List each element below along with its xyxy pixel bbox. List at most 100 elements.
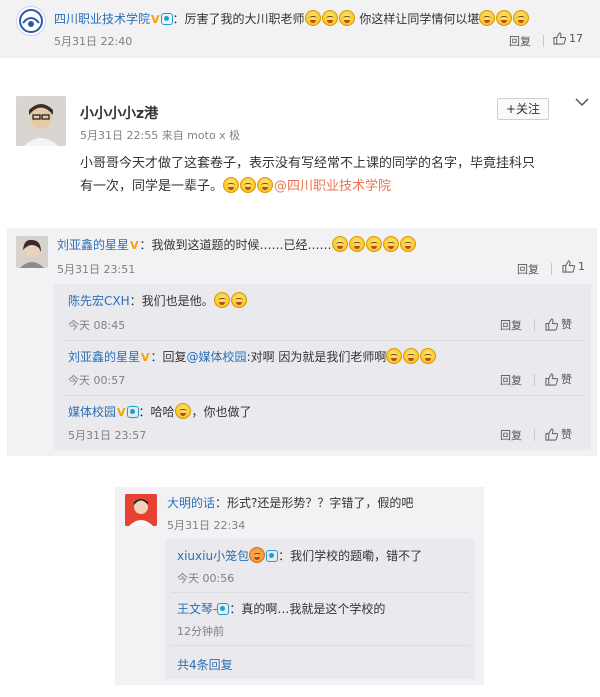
mention-link[interactable]: @四川职业技术学院 <box>274 179 391 194</box>
commenter-name[interactable]: 四川职业技术学院 <box>54 12 150 26</box>
reply-time: 12分钟前 <box>177 625 224 638</box>
reply-text: ：真的啊…我就是这个学校的 <box>229 602 386 616</box>
reply-line: 陈先宏CXH：我们也是他。 <box>68 292 248 309</box>
post-author-name[interactable]: 小小小小z港 <box>80 103 158 123</box>
grin-emoji-icon <box>213 292 230 308</box>
reply-button[interactable]: 回复 <box>500 427 522 443</box>
laugh-cry-emoji-icon <box>382 236 399 252</box>
reply-list: 陈先宏CXH：我们也是他。 今天 08:45 回复 赞 刘亚鑫的星星V：回复@媒… <box>54 284 591 450</box>
follow-label: +关注 <box>505 102 541 116</box>
post-avatar[interactable] <box>16 96 66 146</box>
thumbs-up-icon <box>545 427 558 441</box>
avatar[interactable] <box>16 236 48 268</box>
laugh-cry-emoji-icon <box>348 236 365 252</box>
vip-badge-icon <box>126 406 139 418</box>
divider <box>534 374 535 386</box>
reply-list: xiuxiu小笼包 ：我们学校的题嘞，错不了 今天 00:56 王文琴- ：真的啊…… <box>165 539 475 679</box>
laugh-cry-emoji-icon <box>386 348 403 364</box>
grin-emoji-icon <box>479 10 496 26</box>
more-chevron-down-icon[interactable] <box>575 96 589 110</box>
divider <box>171 645 469 646</box>
reply-line: 刘亚鑫的星星V：回复@媒体校园:对啊 因为就是我们老师啊 <box>68 348 437 365</box>
like-label: 赞 <box>561 373 572 386</box>
reply-label: 回复 <box>500 319 522 332</box>
grin-emoji-icon <box>513 10 530 26</box>
divider <box>551 263 552 275</box>
vip-badge-icon <box>160 13 173 25</box>
thumbs-up-icon <box>562 260 575 273</box>
divider <box>534 429 535 441</box>
like-label: 赞 <box>561 428 572 441</box>
reply-text-2: ，你也做了 <box>191 405 252 419</box>
reply-button[interactable]: 回复 <box>500 317 522 333</box>
vip-badge-icon <box>217 603 230 615</box>
post-meta: 5月31日 22:55 来自 moto x 极 <box>80 129 241 142</box>
grin-emoji-icon <box>223 177 240 193</box>
replier-name[interactable]: 王文琴- <box>177 602 217 616</box>
verified-v-icon: V <box>130 239 139 252</box>
laugh-cry-emoji-icon <box>331 236 348 252</box>
replier-name[interactable]: 媒体校园 <box>68 405 116 419</box>
avatar[interactable] <box>16 6 46 36</box>
like-button[interactable]: 1 <box>562 260 585 273</box>
user-photo-icon <box>16 236 48 268</box>
like-button[interactable]: 17 <box>553 32 583 45</box>
comment-text-2: 你这样让同学情何以堪 <box>359 12 480 26</box>
reply-label: 回复 <box>509 35 531 48</box>
like-button[interactable]: 赞 <box>545 316 572 332</box>
reply-button[interactable]: 回复 <box>509 33 531 49</box>
laugh-cry-emoji-icon <box>365 236 382 252</box>
mention-link[interactable]: @媒体校园 <box>187 350 247 364</box>
reply-text: ：我们也是他。 <box>129 294 214 308</box>
reply-line: 王文琴- ：真的啊…我就是这个学校的 <box>177 600 385 617</box>
divider <box>534 319 535 331</box>
divider <box>62 395 584 396</box>
thumbs-up-icon <box>545 372 558 386</box>
replier-name[interactable]: xiuxiu小笼包 <box>177 549 249 563</box>
follow-button[interactable]: +关注 <box>497 98 549 120</box>
comment-line: 四川职业技术学院V ：厉害了我的大川职老师 你这样让同学情何以堪 <box>54 10 530 27</box>
post-text-line-2: 有一次，同学是一辈子。 @四川职业技术学院 <box>80 175 391 194</box>
school-logo-icon <box>19 9 43 33</box>
comment-time: 5月31日 23:51 <box>57 263 136 276</box>
reply-line: 媒体校园V ：哈哈 ，你也做了 <box>68 403 252 420</box>
user-photo-icon <box>16 96 66 146</box>
reply-button[interactable]: 回复 <box>500 372 522 388</box>
comment-time: 5月31日 22:40 <box>54 35 133 48</box>
reply-button[interactable]: 回复 <box>517 261 539 277</box>
laugh-cry-emoji-icon <box>399 236 416 252</box>
thumbs-up-icon <box>553 32 566 45</box>
avatar[interactable] <box>125 494 157 526</box>
smile-emoji-icon <box>174 403 191 419</box>
comment-card-1: 四川职业技术学院V ：厉害了我的大川职老师 你这样让同学情何以堪 5月31日 22… <box>0 0 600 58</box>
reply-text: ：哈哈 <box>138 405 175 419</box>
commenter-name[interactable]: 大明的话 <box>167 496 215 510</box>
laugh-cry-emoji-icon <box>304 10 321 26</box>
replier-name[interactable]: 刘亚鑫的星星 <box>68 350 140 364</box>
like-button[interactable]: 赞 <box>545 426 572 442</box>
like-count: 17 <box>569 32 583 45</box>
reply-label: 回复 <box>500 429 522 442</box>
vip-badge-icon <box>266 550 279 562</box>
reply-prefix: ：回复 <box>150 350 187 364</box>
grin-emoji-icon <box>257 177 274 193</box>
view-all-replies-link[interactable]: 共4条回复 <box>177 656 233 673</box>
grin-emoji-icon <box>496 10 513 26</box>
comment-text: ：我做到这道题的时候……已经…… <box>139 238 332 252</box>
verified-v-icon: V <box>117 406 126 419</box>
replier-name[interactable]: 陈先宏CXH <box>68 294 130 308</box>
commenter-name[interactable]: 刘亚鑫的星星 <box>57 238 129 252</box>
comment-card-3: 大明的话：形式?还是形势？？字错了，假的吧 5月31日 22:34 xiuxiu… <box>115 487 484 685</box>
reply-time: 5月31日 23:57 <box>68 429 147 442</box>
user-photo-icon <box>125 494 157 526</box>
reply-text: ：我们学校的题嘞，错不了 <box>278 549 423 563</box>
divider <box>171 592 469 593</box>
thumbs-up-icon <box>545 317 558 331</box>
divider <box>543 35 544 47</box>
reply-label: 回复 <box>517 263 539 276</box>
reply-line: xiuxiu小笼包 ：我们学校的题嘞，错不了 <box>177 547 422 564</box>
grin-emoji-icon <box>240 177 257 193</box>
comment-line: 刘亚鑫的星星V：我做到这道题的时候……已经…… <box>57 236 417 253</box>
post-text-2: 有一次，同学是一辈子。 <box>80 179 224 194</box>
like-button[interactable]: 赞 <box>545 371 572 387</box>
